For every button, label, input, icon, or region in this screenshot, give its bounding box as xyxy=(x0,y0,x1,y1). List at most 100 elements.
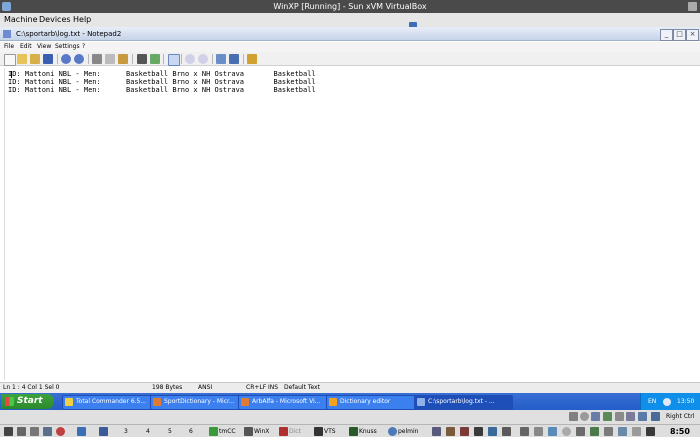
text-caret xyxy=(11,71,12,78)
file-manager-icon[interactable] xyxy=(17,427,26,436)
host-task-dict[interactable]: Dict xyxy=(289,426,309,437)
workspace-5[interactable]: 5 xyxy=(168,426,178,437)
usb-icon xyxy=(615,412,624,421)
replace-icon[interactable] xyxy=(150,54,160,64)
undo-icon[interactable] xyxy=(61,54,71,64)
tray-icon[interactable] xyxy=(534,427,543,436)
word-wrap-icon[interactable] xyxy=(168,54,180,66)
redo-icon[interactable] xyxy=(74,54,84,64)
menu-view[interactable]: View xyxy=(37,42,51,52)
status-bar: Ln 1 : 4 Col 1 Sel 0 198 Bytes ANSI CR+L… xyxy=(0,382,700,393)
menu-devices[interactable]: Devices xyxy=(39,13,71,27)
tray-icon[interactable] xyxy=(548,427,557,436)
tray-icon[interactable] xyxy=(590,427,599,436)
virtualbox-icon xyxy=(2,2,11,11)
toolbar-separator xyxy=(88,54,89,64)
volume-icon[interactable] xyxy=(663,398,671,406)
host-task-tmcc[interactable]: tmCC xyxy=(219,426,243,437)
toolbar-separator xyxy=(181,54,182,64)
tray-icon[interactable] xyxy=(562,427,571,436)
font-icon[interactable] xyxy=(229,54,239,64)
taskbar-item-label: Dictionary editor xyxy=(340,398,391,405)
menu-settings[interactable]: Settings xyxy=(55,42,80,52)
maximize-button[interactable]: □ xyxy=(673,29,686,41)
host-task-knuss[interactable]: Knuss xyxy=(359,426,385,437)
browser-icon[interactable] xyxy=(56,427,65,436)
taskbar-item-arbalfa[interactable]: ArbAlfa - Microsoft Vi... xyxy=(238,395,337,410)
notepad2-icon xyxy=(417,398,425,406)
workspace-active-icon[interactable] xyxy=(77,427,86,436)
workspace-active-icon[interactable] xyxy=(99,427,108,436)
tray-icon[interactable] xyxy=(520,427,529,436)
host-task-winx[interactable]: WinX xyxy=(254,426,276,437)
shared-folders-icon xyxy=(626,412,635,421)
tray-icon[interactable] xyxy=(604,427,613,436)
tray-icon[interactable] xyxy=(576,427,585,436)
notepad-menu-bar: File Edit View Settings ? xyxy=(0,42,700,52)
paste-icon[interactable] xyxy=(118,54,128,64)
toolbar-separator xyxy=(57,54,58,64)
visual-studio-icon xyxy=(241,398,249,406)
taskbar-item-notepad2[interactable]: C:\sportarb\log.txt - ... xyxy=(414,395,513,410)
launcher-icon[interactable] xyxy=(43,427,52,436)
taskbar-item-label: SportDictionary - Micr... xyxy=(164,398,235,405)
workspace-6[interactable]: 6 xyxy=(189,426,199,437)
network-adapter-icon xyxy=(603,412,612,421)
menu-edit[interactable]: Edit xyxy=(20,42,32,52)
cut-icon[interactable] xyxy=(92,54,102,64)
applet-icon xyxy=(502,427,511,436)
status-insert-mode: INS xyxy=(268,384,279,391)
taskbar-item-sportdictionary[interactable]: SportDictionary - Micr... xyxy=(150,395,249,410)
window-close-icon[interactable] xyxy=(688,2,697,11)
minimize-button[interactable]: _ xyxy=(660,29,673,41)
editor-line: ID: Mattoni NBL - Men: Basketball Brno x… xyxy=(8,86,316,94)
tray-icon[interactable] xyxy=(632,427,641,436)
menu-file[interactable]: File xyxy=(4,42,14,52)
status-scheme[interactable]: Default Text xyxy=(284,383,320,393)
taskbar-item-dictionary-editor[interactable]: Dictionary editor xyxy=(326,395,425,410)
zoom-out-icon[interactable] xyxy=(198,54,208,64)
vbox-title-bar: WinXP [Running] - Sun xVM VirtualBox xyxy=(0,0,700,13)
status-size: 198 Bytes xyxy=(152,384,183,391)
applet-icon xyxy=(432,427,441,436)
app-icon xyxy=(244,427,253,436)
host-key-label: Right Ctrl xyxy=(666,413,695,420)
start-button[interactable]: Start xyxy=(1,394,54,409)
toolbar-separator xyxy=(243,54,244,64)
status-line-endings[interactable]: CR+LF xyxy=(246,383,266,393)
menu-help[interactable]: ? xyxy=(82,42,85,52)
launcher-icon[interactable] xyxy=(30,427,39,436)
save-icon[interactable] xyxy=(43,54,53,64)
taskbar-item-label: C:\sportarb\log.txt - ... xyxy=(428,398,495,405)
host-key-icon xyxy=(651,412,660,421)
scheme-icon[interactable] xyxy=(216,54,226,64)
browse-icon[interactable] xyxy=(30,54,40,64)
new-file-icon[interactable] xyxy=(4,54,16,66)
close-button[interactable]: × xyxy=(686,29,699,41)
menu-help[interactable]: Help xyxy=(73,13,91,27)
tray-icon[interactable] xyxy=(618,427,627,436)
open-file-icon[interactable] xyxy=(17,54,27,64)
status-encoding[interactable]: ANSI xyxy=(198,383,212,393)
tray-icon[interactable] xyxy=(646,427,655,436)
toolbar-separator xyxy=(132,54,133,64)
editor-line: ID: Mattoni NBL - Men: Basketball Brno x… xyxy=(8,70,316,78)
toolbar xyxy=(0,52,700,66)
floppy-icon xyxy=(591,412,600,421)
copy-icon[interactable] xyxy=(105,54,115,64)
applet-icon xyxy=(488,427,497,436)
language-indicator[interactable]: EN xyxy=(648,393,656,410)
workspace-3[interactable]: 3 xyxy=(124,426,134,437)
workspace-4[interactable]: 4 xyxy=(146,426,156,437)
host-task-pelmin[interactable]: pelmin xyxy=(398,426,426,437)
find-icon[interactable] xyxy=(137,54,147,64)
exit-icon[interactable] xyxy=(247,54,257,64)
menu-machine[interactable]: Machine xyxy=(4,13,38,27)
host-task-vts[interactable]: VTS xyxy=(324,426,346,437)
terminal-icon[interactable] xyxy=(4,427,13,436)
host-panel: 3 4 5 6 tmCC WinX Dict VTS Knuss pelmin … xyxy=(0,424,700,437)
vbox-menu-bar: Machine Devices Help xyxy=(0,13,700,27)
zoom-in-icon[interactable] xyxy=(185,54,195,64)
taskbar-item-total-commander[interactable]: Total Commander 6.5... xyxy=(62,395,161,410)
editor-area[interactable] xyxy=(4,68,700,380)
